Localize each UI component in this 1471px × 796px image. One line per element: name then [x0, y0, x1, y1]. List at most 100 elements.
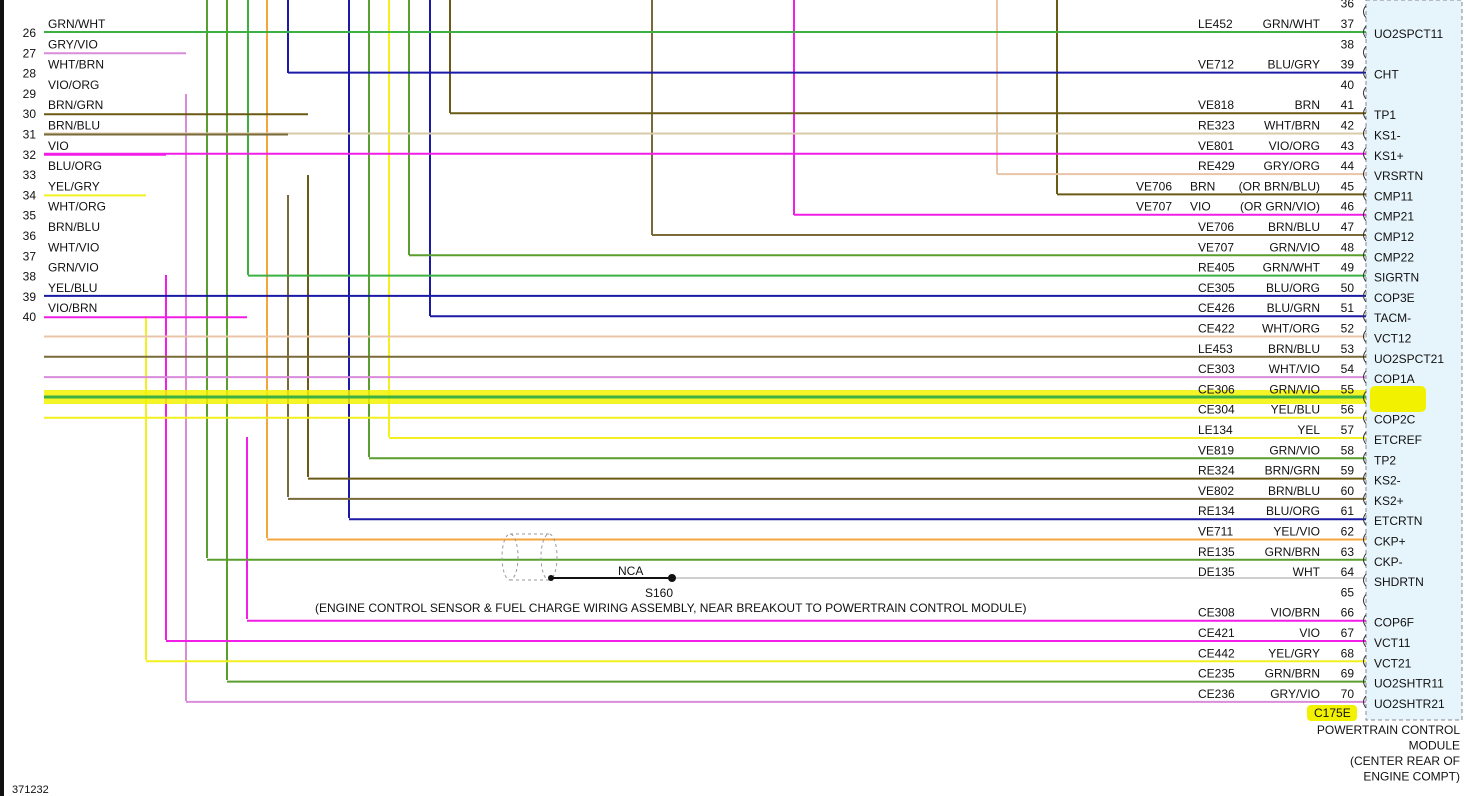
left-wire-color: GRY/VIO — [48, 37, 98, 51]
left-pin-number: 32 — [23, 148, 37, 162]
right-circuit-id: VE707 — [1136, 200, 1172, 214]
pcm-signal-label: UO2SHTR11 — [1374, 677, 1444, 691]
right-pin-number: 57 — [1341, 423, 1355, 437]
module-label-line: (CENTER REAR OF — [1350, 754, 1460, 768]
right-pin-number: 49 — [1341, 261, 1355, 275]
pcm-signal-label: KS1- — [1374, 129, 1401, 143]
right-circuit-id: LE453 — [1198, 342, 1233, 356]
left-wire-color: WHT/BRN — [48, 58, 104, 72]
left-pin-number: 40 — [23, 310, 37, 324]
wiring-diagram: UO2SPCT11 CHT TP1 KS1- KS1+ VRSRTN CMP11 CMP21 C… — [12, 0, 1463, 796]
document-id: 371232 — [12, 784, 49, 796]
pcm-signal-label: UO2SPCT11 — [1374, 27, 1443, 41]
left-pin-number: 39 — [23, 290, 37, 304]
splice-description: (ENGINE CONTROL SENSOR & FUEL CHARGE WIR… — [315, 601, 1026, 615]
right-circuit-id: CE422 — [1198, 322, 1235, 336]
right-pin-number: 66 — [1341, 606, 1355, 620]
left-pin-number: 36 — [23, 229, 37, 243]
right-circuit-id: RE323 — [1198, 119, 1235, 133]
left-wire-color: YEL/BLU — [48, 281, 97, 295]
left-wire-color: GRN/WHT — [48, 17, 106, 31]
right-wire-alt-color: (OR GRN/VIO) — [1240, 200, 1320, 214]
left-pin-number: 30 — [23, 107, 37, 121]
right-wire-color: BRN/BLU — [1268, 220, 1320, 234]
right-pin-number: 37 — [1341, 17, 1355, 31]
right-pin-number: 46 — [1341, 200, 1355, 214]
right-wire-color: VIO/BRN — [1271, 606, 1320, 620]
right-wire-color: GRN/WHT — [1263, 17, 1321, 31]
right-pin-number: 36 — [1341, 0, 1355, 11]
right-circuit-id: CE421 — [1198, 626, 1235, 640]
highlight-signal-box — [1370, 386, 1426, 412]
pcm-signal-label: VCT12 — [1374, 332, 1412, 346]
left-wire-color: BRN/BLU — [48, 119, 100, 133]
right-circuit-id: VE706 — [1136, 179, 1172, 193]
left-wire-color: VIO/ORG — [48, 78, 99, 92]
right-wire-color: YEL — [1297, 423, 1320, 437]
right-circuit-id: VE819 — [1198, 443, 1234, 457]
right-pin-number: 39 — [1341, 58, 1355, 72]
right-circuit-id: CE306 — [1198, 382, 1235, 396]
right-pin-number: 41 — [1341, 98, 1355, 112]
pcm-signal-label: KS2- — [1374, 474, 1401, 488]
splice-dot — [668, 574, 676, 582]
pcm-signal-label: TP1 — [1374, 108, 1396, 122]
pcm-signal-label: CMP22 — [1374, 250, 1414, 264]
right-circuit-id: CE303 — [1198, 362, 1235, 376]
right-pin-number: 50 — [1341, 281, 1355, 295]
pcm-signal-label: KS1+ — [1374, 149, 1404, 163]
right-pin-number: 51 — [1341, 301, 1355, 315]
right-wire-color: YEL/VIO — [1273, 525, 1320, 539]
pcm-signal-label: CKP- — [1374, 555, 1403, 569]
pcm-signal-label: TP2 — [1374, 453, 1396, 467]
right-wire-color: GRY/VIO — [1270, 687, 1320, 701]
right-circuit-id: LE452 — [1198, 17, 1233, 31]
left-pin-number: 26 — [23, 26, 37, 40]
module-label-line: ENGINE COMPT) — [1363, 770, 1460, 784]
right-pin-number: 47 — [1341, 220, 1355, 234]
right-wire-color: BLU/ORG — [1266, 504, 1320, 518]
right-circuit-id: CE236 — [1198, 687, 1235, 701]
pcm-signal-label: COP1A — [1374, 372, 1415, 386]
module-label-line: MODULE — [1409, 739, 1460, 753]
right-pin-number: 56 — [1341, 403, 1355, 417]
pcm-signal-label: COP3E — [1374, 291, 1415, 305]
right-pin-number: 60 — [1341, 484, 1355, 498]
right-circuit-id: CE235 — [1198, 667, 1235, 681]
right-circuit-id: LE134 — [1198, 423, 1233, 437]
left-wire-color: BRN/BLU — [48, 220, 100, 234]
pcm-signal-label: COP2C — [1374, 413, 1416, 427]
right-circuit-id: RE135 — [1198, 545, 1235, 559]
right-wire-color: VIO — [1299, 626, 1320, 640]
right-circuit-id: VE818 — [1198, 98, 1234, 112]
right-circuit-id: VE802 — [1198, 484, 1234, 498]
left-wire-color: VIO/BRN — [48, 301, 97, 315]
right-wire-color: BLU/ORG — [1266, 281, 1320, 295]
left-wire-color: BRN/GRN — [48, 98, 103, 112]
pcm-signal-label: ETCREF — [1374, 433, 1422, 447]
right-wire-color: GRN/BRN — [1265, 545, 1320, 559]
right-pin-number: 40 — [1341, 78, 1355, 92]
right-wire-color: BLU/GRN — [1267, 301, 1320, 315]
right-pin-number: 69 — [1341, 667, 1355, 681]
pcm-signal-label: CKP+ — [1374, 535, 1406, 549]
left-wire-color: WHT/ORG — [48, 200, 106, 214]
right-circuit-id: CE304 — [1198, 403, 1235, 417]
splice-tag: NCA — [618, 564, 643, 578]
right-wire-color: BRN — [1190, 179, 1215, 193]
pcm-signal-label: CMP12 — [1374, 230, 1414, 244]
right-pin-number: 62 — [1341, 525, 1355, 539]
right-wire-color: WHT/VIO — [1269, 362, 1320, 376]
right-circuit-id: VE711 — [1198, 525, 1233, 539]
right-pin-number: 61 — [1341, 504, 1355, 518]
pcm-signal-label: CHT — [1374, 68, 1399, 82]
pcm-signal-label: COP6F — [1374, 616, 1414, 630]
left-pin-number: 33 — [23, 168, 37, 182]
left-wire-color: WHT/VIO — [48, 240, 99, 254]
right-wire-color: GRY/ORG — [1264, 159, 1320, 173]
right-pin-number: 65 — [1341, 585, 1355, 599]
right-wire-color: GRN/VIO — [1269, 443, 1320, 457]
right-circuit-id: RE429 — [1198, 159, 1235, 173]
right-pin-number: 48 — [1341, 240, 1355, 254]
right-wire-color: VIO/ORG — [1269, 139, 1320, 153]
